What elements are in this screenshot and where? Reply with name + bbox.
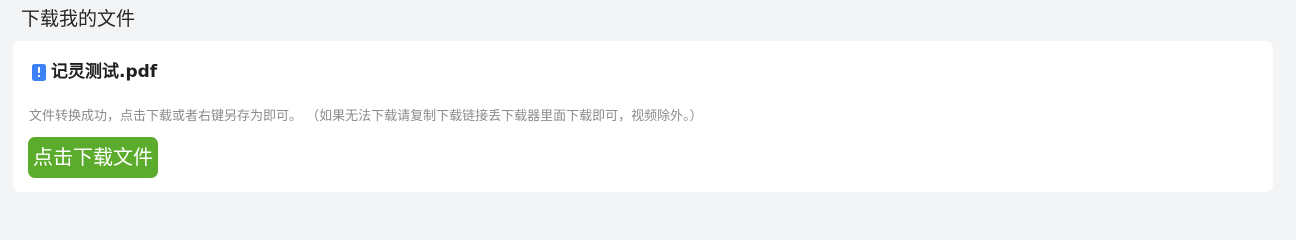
- download-file-button[interactable]: 点击下载文件: [28, 137, 158, 178]
- conversion-info-text: 文件转换成功，点击下载或者右键另存为即可。 （如果无法下载请复制下载链接丢下载器…: [29, 109, 703, 124]
- download-card: 记灵测试.pdf 文件转换成功，点击下载或者右键另存为即可。 （如果无法下载请复…: [13, 41, 1273, 192]
- pdf-file-icon: [31, 63, 47, 82]
- file-header: 记灵测试.pdf: [31, 61, 157, 83]
- file-name: 记灵测试.pdf: [51, 62, 158, 82]
- page-title: 下载我的文件: [21, 8, 136, 30]
